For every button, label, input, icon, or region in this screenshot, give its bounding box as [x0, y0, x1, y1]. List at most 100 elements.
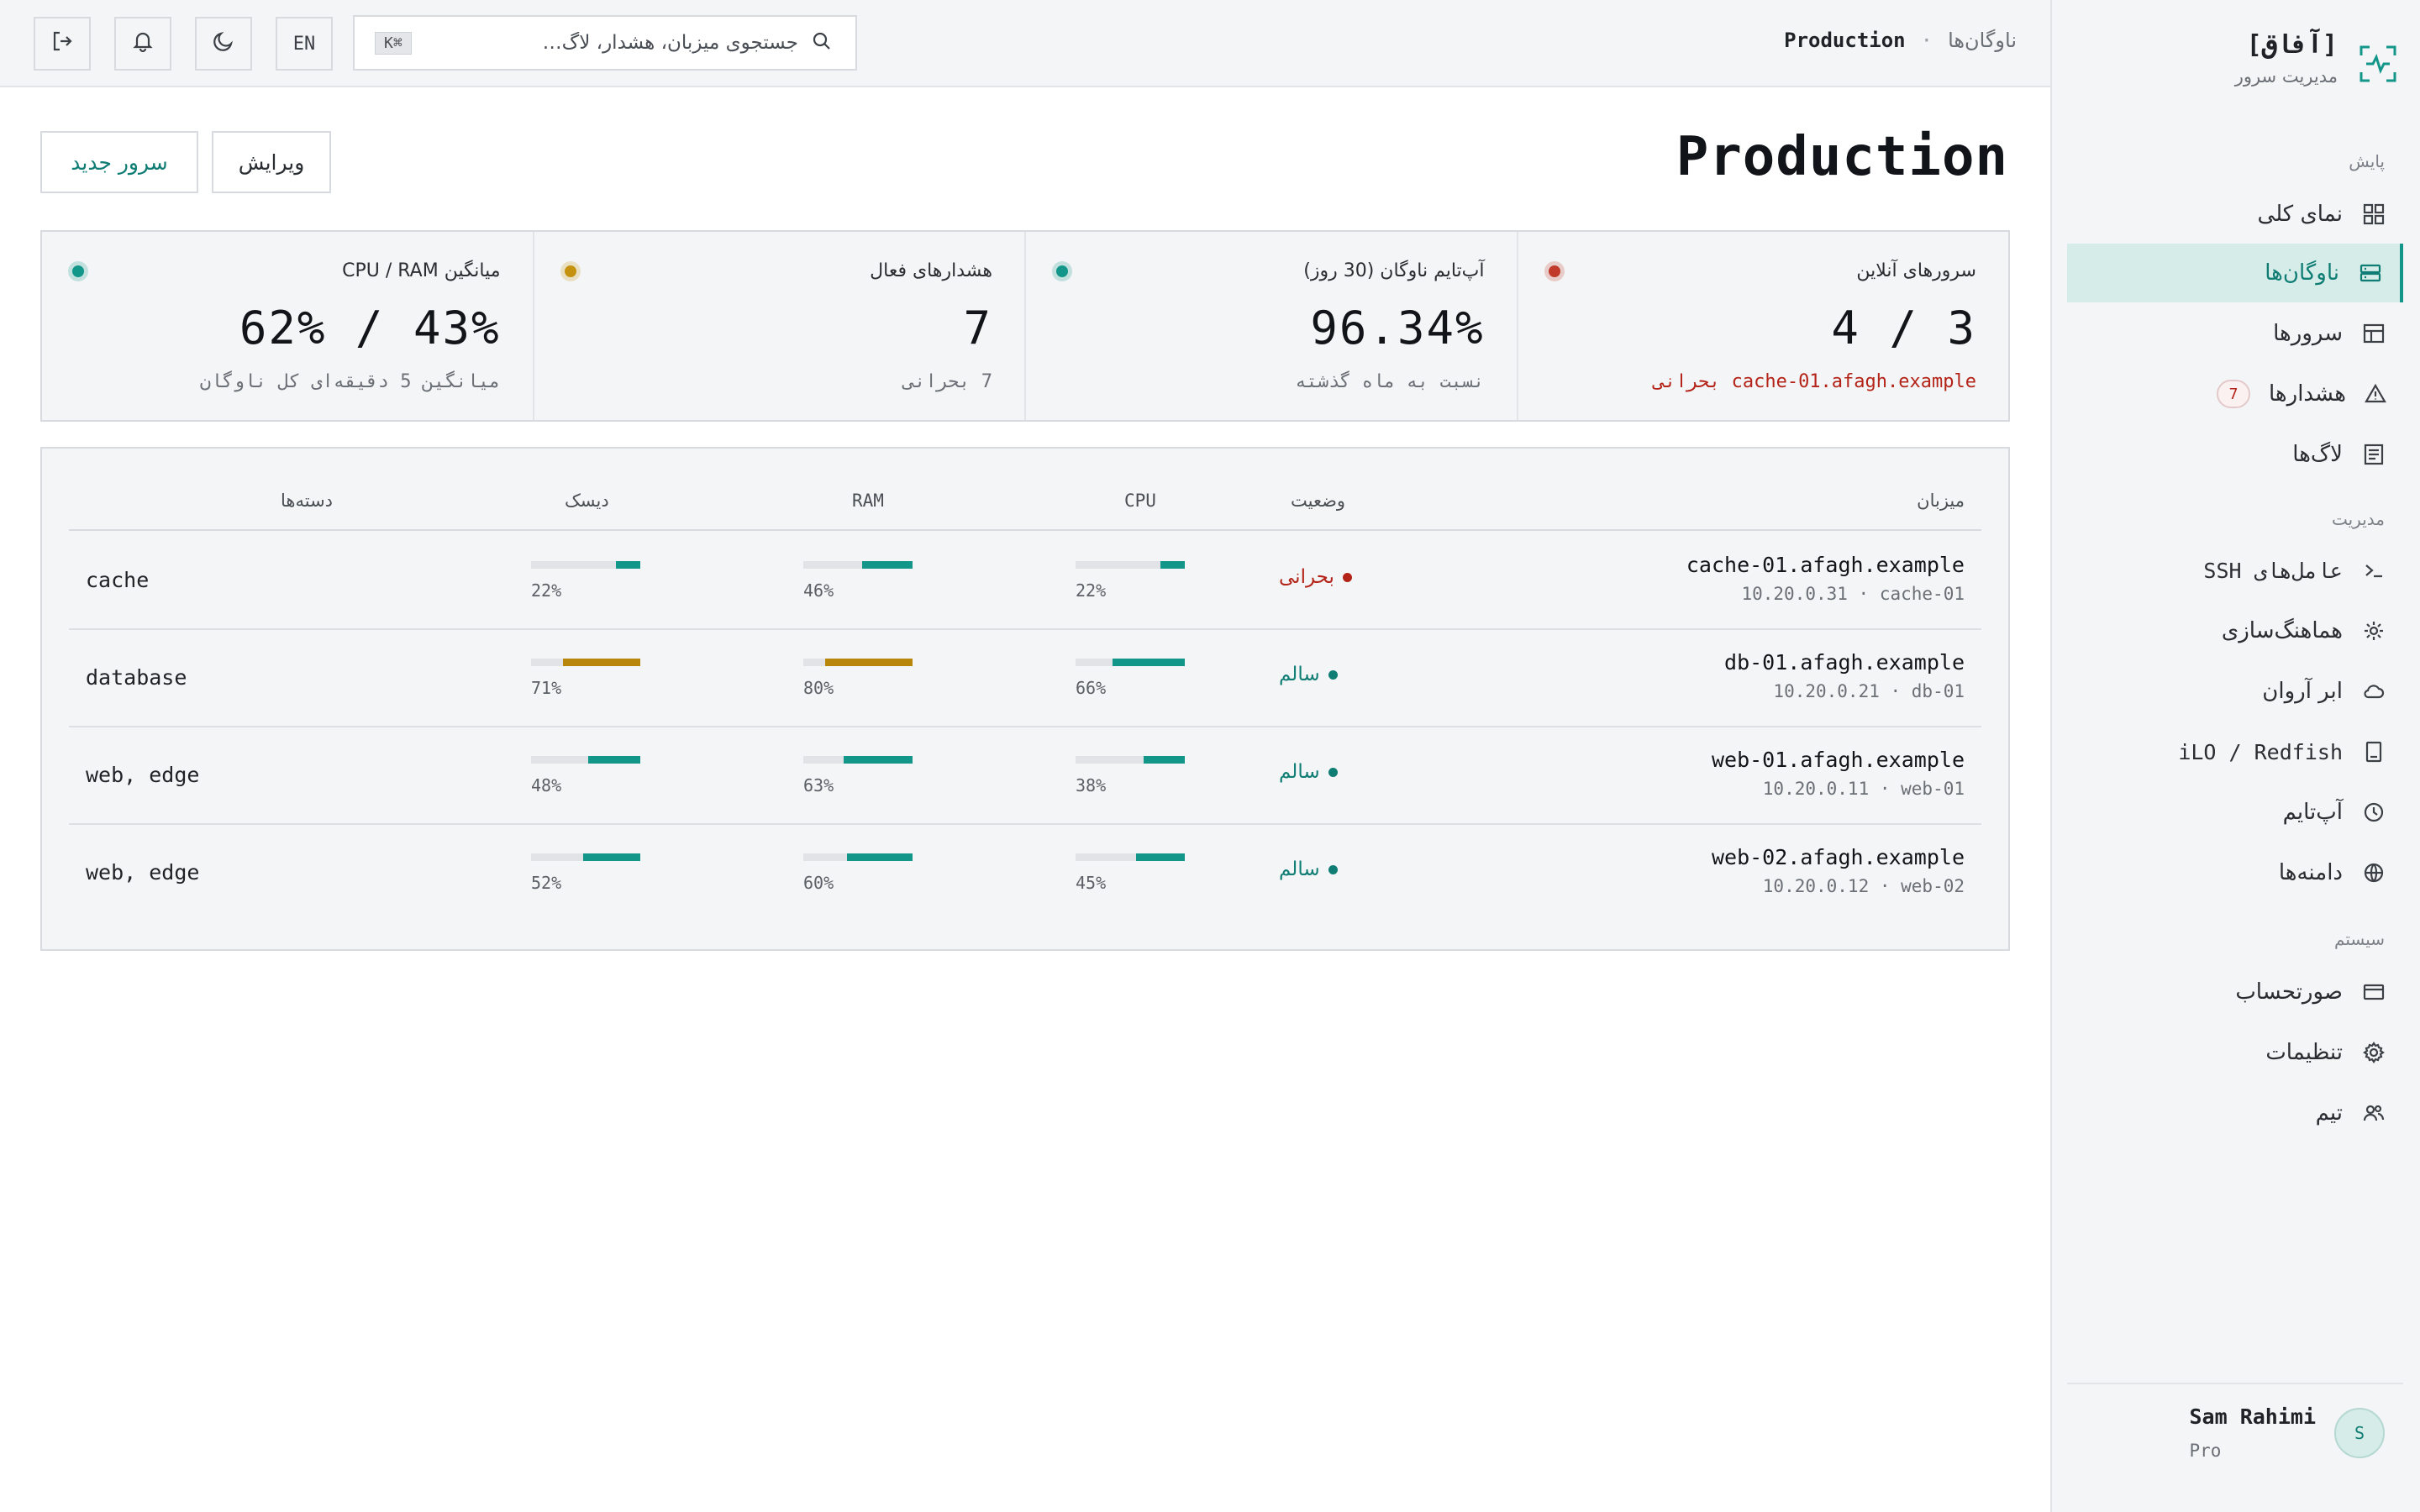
sidebar-item-overview[interactable]: نمای کلی	[2067, 185, 2403, 244]
host-name-link[interactable]: cache-01.afagh.example	[1686, 553, 1965, 577]
brand[interactable]: [آفاق] مدیریت سرور	[2235, 30, 2402, 87]
sidebar-item-ssh-agents[interactable]: عامل‌های SSH	[2067, 541, 2403, 600]
sidebar-item-domains[interactable]: دامنه‌ها	[2067, 843, 2403, 902]
groups-cell: web, edge	[86, 860, 200, 885]
stat-note: cache-01.afagh.example بحرانی	[1653, 371, 1976, 392]
cpu-usage-fill	[1135, 853, 1185, 861]
breadcrumb: ناوگان‌ها · Production	[1784, 29, 2017, 52]
search-box[interactable]: K⌘	[353, 15, 857, 71]
stat-value: 3 / 4	[1831, 302, 1976, 354]
stat-label: آپ‌تایم ناوگان (30 روز)	[1303, 260, 1485, 281]
status-label: بحرانی	[1279, 566, 1334, 588]
sidebar-item-label: سرورها	[2273, 321, 2343, 346]
ram-meter: 60%	[803, 853, 913, 893]
ram-usage-fill	[844, 756, 913, 764]
ram-usage-bar	[803, 561, 913, 569]
table-row[interactable]: web-01.afagh.example 10.20.0.11 · web-01 س…	[69, 727, 1981, 825]
ram-usage-bar	[803, 853, 913, 861]
column-header-ram[interactable]: RAM	[852, 491, 884, 511]
top-bar: ناوگان‌ها · Production K⌘ EN	[0, 0, 2050, 87]
sidebar-item-label: صورتحساب	[2235, 979, 2343, 1005]
sidebar-item-billing[interactable]: صورتحساب	[2067, 963, 2403, 1021]
host-name-link[interactable]: web-02.afagh.example	[1712, 845, 1965, 869]
status-dot	[1328, 864, 1338, 874]
table-row[interactable]: cache-01.afagh.example 10.20.0.31 · cache…	[69, 533, 1981, 630]
host-ip: 10.20.0.12 · web-02	[1762, 876, 1965, 896]
stats-row: سرورهای آنلاین 3 / 4 cache-01.afagh.exam…	[40, 230, 2010, 422]
table-row[interactable]: web-02.afagh.example 10.20.0.12 · web-02 س…	[69, 825, 1981, 922]
status-label: سالم	[1279, 858, 1320, 880]
sidebar-item-label: لاگ‌ها	[2292, 442, 2343, 467]
status-badge: سالم	[1279, 858, 1338, 880]
brand-subtitle: مدیریت سرور	[2234, 66, 2338, 87]
moon-icon	[212, 29, 235, 58]
column-header-host[interactable]: میزبان	[1917, 491, 1965, 511]
host-ip: 10.20.0.31 · cache-01	[1741, 584, 1965, 604]
section-label-system: سیستم	[2334, 929, 2385, 949]
groups-cell: cache	[86, 568, 150, 592]
disk-usage-bar	[531, 659, 640, 666]
column-header-groups[interactable]: دسته‌ها	[281, 491, 333, 511]
stat-label: میانگین CPU / RAM	[342, 260, 501, 281]
sidebar-divider	[2067, 1383, 2403, 1384]
sidebar-item-ilo-redfish[interactable]: iLO / Redfish	[2067, 722, 2403, 781]
sidebar-item-label: هماهنگ‌سازی	[2221, 618, 2343, 643]
column-header-cpu[interactable]: CPU	[1124, 491, 1156, 511]
sidebar: [آفاق] مدیریت سرور پایش نمای کلی ناوگان‌…	[2050, 0, 2420, 1512]
sidebar-item-label: تیم	[2315, 1100, 2343, 1126]
breadcrumb-separator: ·	[1920, 29, 1933, 52]
status-dot	[1328, 767, 1338, 777]
pulse-logo-icon	[2354, 40, 2402, 87]
groups-cell: database	[86, 665, 187, 690]
column-header-status[interactable]: وضعیت	[1291, 491, 1345, 511]
breadcrumb-fleets-link[interactable]: ناوگان‌ها	[1948, 29, 2017, 52]
edit-button[interactable]: ویرایش	[212, 131, 331, 193]
cpu-meter: 45%	[1076, 853, 1185, 893]
cpu-meter: 22%	[1076, 561, 1185, 601]
cpu-meter: 66%	[1076, 659, 1185, 698]
logout-button[interactable]	[34, 17, 91, 71]
cpu-usage-bar	[1076, 659, 1185, 666]
notifications-button[interactable]	[114, 17, 171, 71]
theme-toggle-button[interactable]	[195, 17, 252, 71]
disk-usage-bar	[531, 853, 640, 861]
ram-percent: 60%	[803, 873, 834, 893]
column-header-disk[interactable]: دیسک	[565, 491, 609, 511]
sidebar-item-label: آپ‌تایم	[2282, 800, 2343, 825]
status-dot	[1544, 261, 1565, 281]
stat-label: سرورهای آنلاین	[1856, 260, 1976, 281]
cpu-usage-bar	[1076, 853, 1185, 861]
ram-percent: 80%	[803, 678, 834, 698]
disk-meter: 52%	[531, 853, 640, 893]
search-input[interactable]	[411, 32, 812, 54]
sidebar-item-team[interactable]: تیم	[2067, 1084, 2403, 1142]
disk-meter: 71%	[531, 659, 640, 698]
sidebar-item-uptime[interactable]: آپ‌تایم	[2067, 783, 2403, 842]
ram-meter: 63%	[803, 756, 913, 795]
user-plan: Pro	[2189, 1441, 2222, 1461]
stat-note: 7 بحرانی	[903, 371, 992, 392]
stat-value: 96.34%	[1310, 302, 1485, 354]
user-profile[interactable]: S Sam Rahimi Pro	[2189, 1404, 2385, 1461]
disk-percent: 71%	[531, 678, 562, 698]
gear-icon	[2361, 1040, 2386, 1065]
sidebar-item-settings[interactable]: تنظیمات	[2067, 1023, 2403, 1082]
sidebar-item-servers[interactable]: سرورها	[2067, 304, 2403, 363]
sidebar-item-label: نمای کلی	[2257, 202, 2343, 227]
sidebar-item-fleets[interactable]: ناوگان‌ها	[2067, 244, 2403, 302]
stat-card-online-servers: سرورهای آنلاین 3 / 4 cache-01.afagh.exam…	[1516, 232, 2009, 420]
cpu-usage-fill	[1143, 756, 1185, 764]
sidebar-item-arvan-cloud[interactable]: ابر آروان	[2067, 662, 2403, 721]
cpu-percent: 45%	[1076, 873, 1107, 893]
host-name-link[interactable]: web-01.afagh.example	[1712, 748, 1965, 772]
stat-note: میانگین 5 دقیقه‌ای کل ناوگان	[199, 371, 501, 392]
language-toggle-button[interactable]: EN	[276, 17, 333, 71]
cpu-usage-bar	[1076, 756, 1185, 764]
sidebar-item-logs[interactable]: لاگ‌ها	[2067, 425, 2403, 484]
table-row[interactable]: db-01.afagh.example 10.20.0.21 · db-01 سال…	[69, 630, 1981, 727]
sidebar-item-alerts[interactable]: هشدارها 7	[2067, 365, 2403, 423]
sidebar-item-sync[interactable]: هماهنگ‌سازی	[2067, 601, 2403, 660]
host-cell: web-01.afagh.example 10.20.0.11 · web-01	[1712, 748, 1965, 799]
host-name-link[interactable]: db-01.afagh.example	[1724, 650, 1965, 675]
new-server-button[interactable]: سرور جدید	[40, 131, 198, 193]
